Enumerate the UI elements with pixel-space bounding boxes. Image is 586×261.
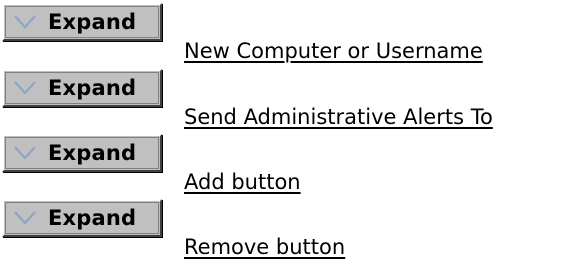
expand-button-label: Expand xyxy=(48,141,137,165)
link-new-computer-or-username[interactable]: New Computer or Username xyxy=(184,38,483,64)
expand-button[interactable]: Expand xyxy=(2,69,162,107)
chevron-down-icon xyxy=(14,15,36,29)
list-item: Expand Remove button xyxy=(0,199,586,261)
chevron-down-icon xyxy=(14,211,36,225)
link-remove-button[interactable]: Remove button xyxy=(184,234,345,260)
list-item: Expand Add button xyxy=(0,134,586,196)
chevron-down-icon xyxy=(14,81,36,95)
link-send-administrative-alerts-to[interactable]: Send Administrative Alerts To xyxy=(184,104,493,130)
expand-button-label: Expand xyxy=(48,10,137,34)
expand-button-label: Expand xyxy=(48,206,137,230)
expand-button[interactable]: Expand xyxy=(2,199,162,237)
list-item: Expand New Computer or Username xyxy=(0,3,586,65)
expand-button-label: Expand xyxy=(48,76,137,100)
chevron-down-icon xyxy=(14,146,36,160)
list-item: Expand Send Administrative Alerts To xyxy=(0,69,586,131)
expand-button[interactable]: Expand xyxy=(2,134,162,172)
expand-button[interactable]: Expand xyxy=(2,3,162,41)
link-add-button[interactable]: Add button xyxy=(184,169,301,195)
